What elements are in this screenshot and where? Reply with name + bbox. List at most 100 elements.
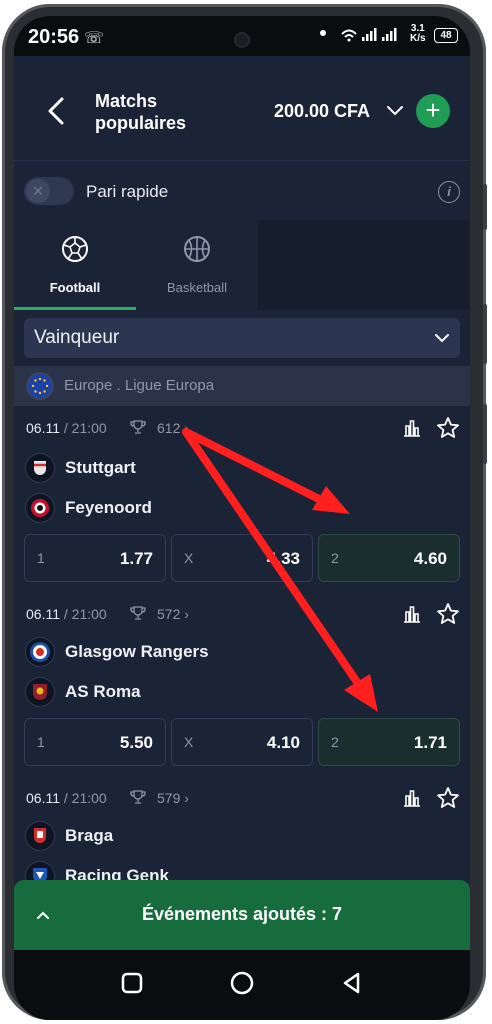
- odd-button-draw[interactable]: X 4.33: [171, 534, 313, 582]
- home-team: Stuttgart: [26, 454, 326, 482]
- odd-value: 1.71: [413, 733, 447, 752]
- away-team-name: Feyenoord: [65, 498, 152, 517]
- home-team-name: Glasgow Rangers: [65, 642, 209, 661]
- status-bar: 20:56 ☏ 3.1 K/s 48: [14, 16, 470, 56]
- recent-apps-icon[interactable]: [117, 968, 147, 998]
- tab-basketball[interactable]: Basketball: [136, 220, 258, 310]
- quick-bet-toggle[interactable]: ✕: [24, 177, 74, 205]
- statistics-icon[interactable]: [402, 418, 422, 438]
- app-content: Matchs populaires 200.00 CFA + ✕ Pari ra…: [14, 56, 470, 1020]
- power-button: [483, 404, 487, 464]
- home-team: Braga: [26, 822, 326, 850]
- back-arrow-icon[interactable]: [44, 96, 68, 126]
- phone-screen: 20:56 ☏ 3.1 K/s 48 Matchs populaires 200…: [14, 16, 470, 1020]
- match-date: 06.11: [26, 420, 60, 436]
- match-datetime: 06.11 / 21:00: [26, 606, 107, 622]
- network-speed: 3.1 K/s: [410, 24, 426, 44]
- team-crest-icon: [26, 678, 54, 706]
- home-team-name: Braga: [65, 826, 114, 845]
- market-selected-label: Vainqueur: [34, 327, 120, 348]
- odd-button-draw[interactable]: X 4.10: [171, 718, 313, 766]
- league-name: Europe . Ligue Europa: [64, 377, 215, 394]
- eu-flag-icon: [28, 374, 52, 398]
- odd-button-away[interactable]: 2 1.71: [318, 718, 460, 766]
- battery-icon: 48: [434, 28, 458, 43]
- odd-label: 1: [37, 734, 45, 750]
- match-time: 21:00: [71, 790, 107, 806]
- volume-button: [483, 184, 487, 230]
- odd-value: 1.77: [119, 549, 153, 568]
- markets-count-link[interactable]: 612 ›: [157, 420, 189, 436]
- match-date: 06.11: [26, 606, 60, 622]
- status-time: 20:56: [28, 26, 80, 48]
- favorite-star-icon[interactable]: [436, 602, 460, 626]
- odd-button-home[interactable]: 1 5.50: [24, 718, 166, 766]
- league-header[interactable]: Europe . Ligue Europa: [14, 366, 470, 406]
- add-funds-button[interactable]: +: [416, 94, 450, 128]
- volume-button: [483, 304, 487, 364]
- odd-label: 1: [37, 550, 45, 566]
- statistics-icon[interactable]: [402, 788, 422, 808]
- call-icon: ☏: [84, 30, 105, 47]
- balance-amount[interactable]: 200.00 CFA: [274, 101, 370, 122]
- tab-football-label: Football: [49, 280, 101, 295]
- team-crest-icon: [26, 638, 54, 666]
- favorite-star-icon[interactable]: [436, 786, 460, 810]
- market-dropdown[interactable]: Vainqueur: [24, 318, 460, 358]
- match-card: 06.11 / 21:00 572 › Glasgow Rangers AS R…: [14, 592, 470, 777]
- match-datetime: 06.11 / 21:00: [26, 420, 107, 436]
- markets-count-link[interactable]: 579 ›: [157, 790, 189, 806]
- match-date: 06.11: [26, 790, 60, 806]
- info-icon[interactable]: i: [438, 181, 460, 203]
- trophy-icon: [130, 419, 146, 435]
- sport-tabs: Football Basketball: [14, 220, 470, 310]
- basketball-icon: [182, 234, 212, 264]
- markets-count-link[interactable]: 572 ›: [157, 606, 189, 622]
- odd-label: X: [184, 734, 194, 750]
- trophy-icon: [130, 789, 146, 805]
- bet-slip-label: Événements ajoutés : 7: [141, 904, 343, 924]
- odd-label: 2: [331, 550, 339, 566]
- odd-value: 4.10: [266, 733, 300, 752]
- home-team-name: Stuttgart: [65, 458, 136, 477]
- markets-count: 572: [157, 606, 181, 622]
- odd-label: X: [184, 550, 194, 566]
- odd-label: 2: [331, 734, 339, 750]
- trophy-icon: [130, 605, 146, 621]
- bet-slip-bar[interactable]: Événements ajoutés : 7: [14, 880, 470, 950]
- team-crest-icon: [26, 494, 54, 522]
- tab-football[interactable]: Football: [14, 220, 136, 310]
- battery-level: 48: [440, 30, 452, 41]
- odd-value: 5.50: [119, 733, 153, 752]
- odd-button-home[interactable]: 1 1.77: [24, 534, 166, 582]
- away-team: Feyenoord: [26, 494, 326, 522]
- match-time: 21:00: [71, 606, 107, 622]
- team-crest-icon: [26, 454, 54, 482]
- odd-value: 4.60: [413, 549, 447, 568]
- signal-icon: [340, 26, 400, 45]
- chevron-down-icon[interactable]: [386, 102, 404, 120]
- away-team: AS Roma: [26, 678, 326, 706]
- away-team-name: AS Roma: [65, 682, 141, 701]
- home-team: Glasgow Rangers: [26, 638, 326, 666]
- front-camera: [236, 34, 248, 46]
- markets-count: 579: [157, 790, 181, 806]
- match-card: 06.11 / 21:00 612 › Stuttgart Feyenoord …: [14, 406, 470, 593]
- match-time: 21:00: [71, 420, 107, 436]
- odd-value: 4.33: [266, 549, 300, 568]
- system-nav-bar: [14, 950, 470, 1020]
- network-speed-unit: K/s: [410, 33, 426, 44]
- notification-dot-icon: [320, 30, 326, 36]
- statistics-icon[interactable]: [402, 604, 422, 624]
- odd-button-away[interactable]: 2 4.60: [318, 534, 460, 582]
- home-icon[interactable]: [227, 968, 257, 998]
- page-title: Matchs populaires: [95, 91, 187, 133]
- match-datetime: 06.11 / 21:00: [26, 790, 107, 806]
- football-icon: [60, 234, 90, 264]
- back-triangle-icon[interactable]: [337, 968, 367, 998]
- favorite-star-icon[interactable]: [436, 416, 460, 440]
- tab-basketball-label: Basketball: [167, 280, 227, 295]
- app-header: Matchs populaires 200.00 CFA +: [14, 56, 470, 160]
- active-tab-indicator: [14, 307, 136, 310]
- team-crest-icon: [26, 822, 54, 850]
